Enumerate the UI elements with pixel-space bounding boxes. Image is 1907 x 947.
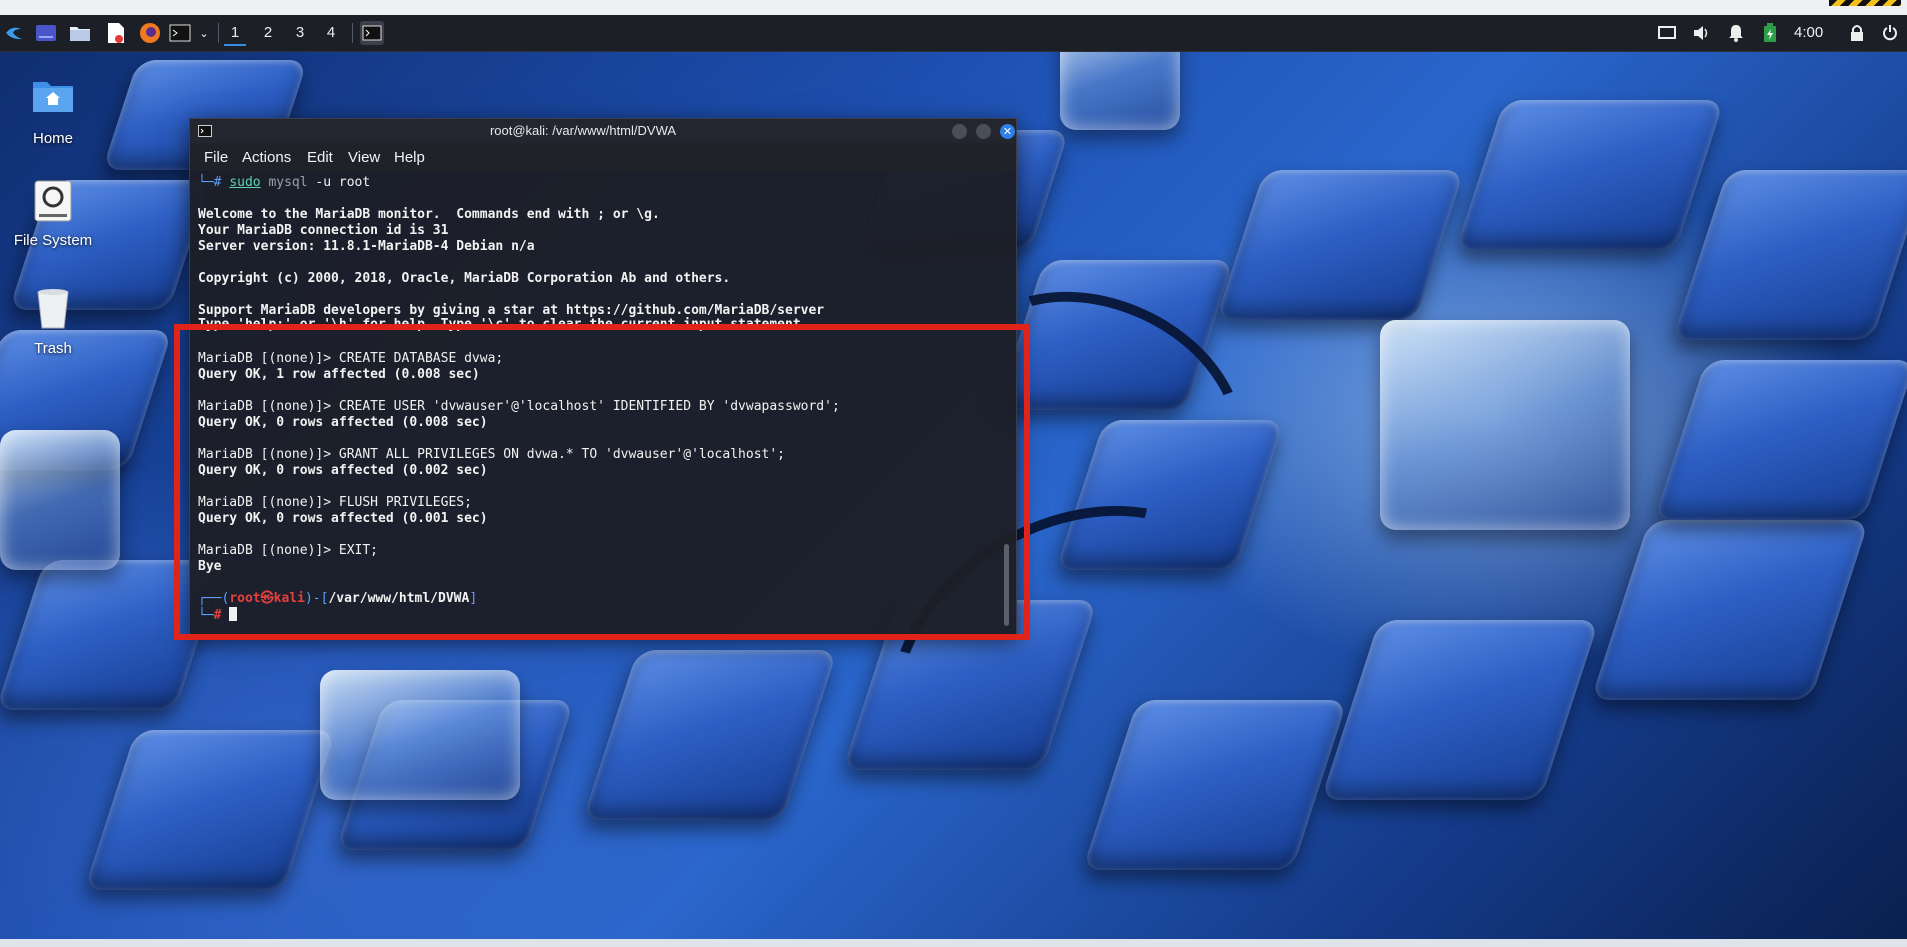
desktop-icon-label: Trash <box>34 340 72 357</box>
drive-icon <box>31 180 75 224</box>
workspace-3[interactable]: 3 <box>289 22 311 44</box>
taskbar-separator <box>352 23 353 43</box>
maximize-button[interactable] <box>976 124 991 139</box>
terminal-task-icon[interactable] <box>360 21 384 45</box>
menu-edit[interactable]: Edit <box>307 149 333 166</box>
home-folder-icon <box>31 78 75 122</box>
taskbar: ⌄ 1 2 3 4 4:00 <box>0 15 1907 52</box>
trash-icon <box>31 288 75 332</box>
menu-actions[interactable]: Actions <box>242 149 291 166</box>
minimize-button[interactable] <box>952 124 967 139</box>
highlight-annotation <box>174 324 1030 640</box>
window-title: root@kali: /var/www/html/DVWA <box>489 123 677 138</box>
dropdown-icon[interactable]: ⌄ <box>192 21 216 45</box>
desktop-icon[interactable] <box>34 21 58 45</box>
battery-icon[interactable] <box>1758 21 1782 45</box>
menu-file[interactable]: File <box>204 149 228 166</box>
desktop-icon-trash[interactable]: Trash <box>8 288 98 357</box>
lock-icon[interactable] <box>1845 21 1869 45</box>
volume-icon[interactable] <box>1690 21 1714 45</box>
hazard-stripe <box>1829 0 1901 6</box>
file-manager-icon[interactable] <box>68 21 92 45</box>
terminal-line: Welcome to the MariaDB monitor. Commands… <box>198 207 660 222</box>
cmd-args: -u root <box>307 175 371 190</box>
workspace-4[interactable]: 4 <box>320 22 342 44</box>
workspace-1[interactable]: 1 <box>224 22 246 46</box>
cmd-sudo: sudo <box>229 175 261 190</box>
desktop-icon-home[interactable]: Home <box>8 78 98 147</box>
desktop-icon-file-system[interactable]: File System <box>8 180 98 249</box>
taskbar-separator <box>218 23 219 43</box>
terminal-line: └─# sudo mysql -u root <box>198 175 370 191</box>
terminal-icon[interactable] <box>168 21 192 45</box>
bottom-strip <box>0 939 1907 947</box>
desktop-icon-label: File System <box>13 232 93 249</box>
power-icon[interactable] <box>1878 21 1902 45</box>
close-button[interactable]: ✕ <box>1000 124 1015 139</box>
menu-help[interactable]: Help <box>394 149 425 166</box>
firefox-icon[interactable] <box>138 21 162 45</box>
text-editor-icon[interactable] <box>104 21 128 45</box>
browser-top-strip <box>0 0 1907 16</box>
terminal-line: Your MariaDB connection id is 31 <box>198 223 449 238</box>
prompt-prefix: └─# <box>198 175 230 190</box>
menu-view[interactable]: View <box>348 149 380 166</box>
desktop-icon-label: Home <box>32 130 73 147</box>
workspace-2[interactable]: 2 <box>257 22 279 44</box>
cmd-mysql: mysql <box>268 175 308 190</box>
close-icon: ✕ <box>1002 125 1013 138</box>
title-bar[interactable]: root@kali: /var/www/html/DVWA ✕ <box>190 119 1016 143</box>
notification-icon[interactable] <box>1724 21 1748 45</box>
clock[interactable]: 4:00 <box>1794 24 1823 41</box>
terminal-line: Server version: 11.8.1-MariaDB-4 Debian … <box>198 239 535 254</box>
terminal-line: Copyright (c) 2000, 2018, Oracle, MariaD… <box>198 271 731 286</box>
display-icon[interactable] <box>1655 21 1679 45</box>
menu-bar: File Actions Edit View Help <box>190 143 1016 171</box>
kali-menu-icon[interactable] <box>2 21 26 45</box>
